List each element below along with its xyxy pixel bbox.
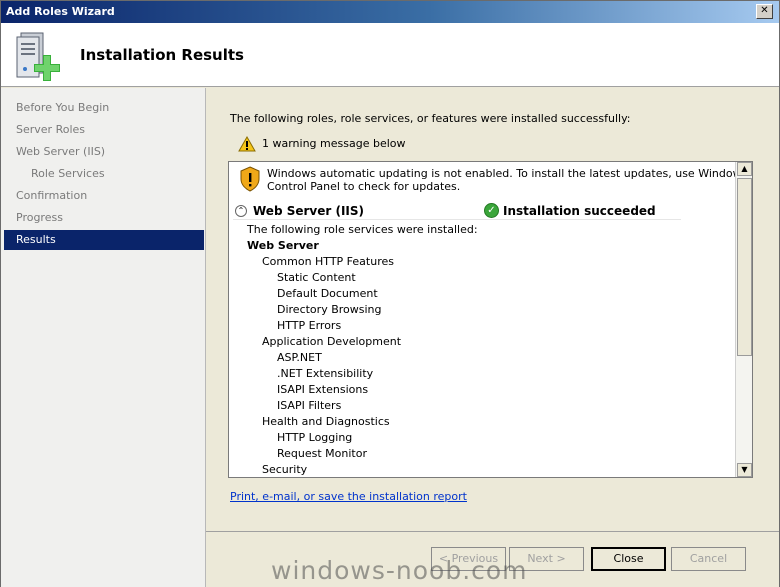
list-item: ISAPI Extensions [277,383,369,396]
web-server-section-header: ⌃ Web Server (IIS) ✓ Installation succee… [233,202,681,220]
cancel-button[interactable]: Cancel [671,547,746,571]
wizard-header: Installation Results [1,23,779,87]
list-item: Request Monitor [277,447,367,460]
warning-message-line-1: Windows automatic updating is not enable… [267,167,737,180]
nav-item-role-services[interactable]: Role Services [4,164,204,184]
page-title: Installation Results [80,46,244,64]
installed-services-intro: The following role services were install… [247,223,478,236]
close-window-button[interactable]: ✕ [756,4,773,19]
list-item: Health and Diagnostics [262,415,390,428]
title-bar[interactable]: Add Roles Wizard ✕ [1,1,779,23]
wizard-navigation: Before You Begin Server Roles Web Server… [1,88,206,587]
intro-text: The following roles, role services, or f… [230,112,631,125]
list-item: Common HTTP Features [262,255,394,268]
installation-report-link[interactable]: Print, e-mail, or save the installation … [230,490,467,503]
server-add-icon [16,32,60,81]
scrollbar-thumb[interactable] [737,178,752,356]
list-item: Static Content [277,271,356,284]
warning-message: Windows automatic updating is not enable… [267,167,737,193]
warning-icon [238,136,256,152]
add-roles-wizard-window: Add Roles Wizard ✕ Installation Results … [0,0,780,587]
warning-count-text: 1 warning message below [262,137,406,150]
shield-warning-icon [240,166,260,192]
list-item: Web Server [247,239,319,252]
list-item: ASP.NET [277,351,322,364]
success-check-icon: ✓ [484,203,499,218]
watermark: windows-noob.com [271,556,528,585]
list-item: HTTP Logging [277,431,353,444]
nav-item-before-you-begin[interactable]: Before You Begin [4,98,204,118]
nav-item-progress[interactable]: Progress [4,208,204,228]
nav-item-server-roles[interactable]: Server Roles [4,120,204,140]
nav-item-confirmation[interactable]: Confirmation [4,186,204,206]
collapse-icon[interactable]: ⌃ [235,205,247,217]
scroll-down-icon[interactable]: ▼ [737,463,752,477]
section-status: Installation succeeded [503,204,656,218]
section-name: Web Server (IIS) [253,204,365,218]
list-item: Default Document [277,287,378,300]
list-item: .NET Extensibility [277,367,374,380]
list-item: HTTP Errors [277,319,342,332]
list-item: Application Development [262,335,402,348]
warning-message-line-2: Control Panel to check for updates. [267,180,461,193]
list-item: Security [262,463,308,476]
results-panel[interactable]: Windows automatic updating is not enable… [228,161,753,478]
close-button[interactable]: Close [591,547,666,571]
nav-item-results[interactable]: Results [4,230,204,250]
nav-item-web-server-iis[interactable]: Web Server (IIS) [4,142,204,162]
scroll-up-icon[interactable]: ▲ [737,162,752,176]
window-title: Add Roles Wizard [6,5,115,18]
list-item: Directory Browsing [277,303,382,316]
results-content: The following roles, role services, or f… [206,88,779,531]
vertical-scrollbar[interactable]: ▲ ▼ [735,162,752,477]
list-item: ISAPI Filters [277,399,342,412]
